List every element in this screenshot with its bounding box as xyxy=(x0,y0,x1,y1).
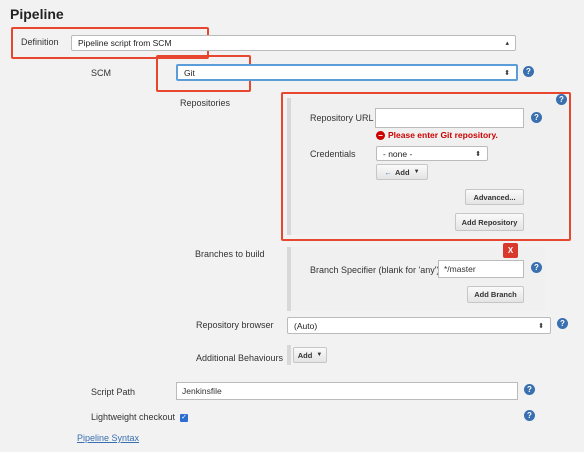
script-path-help-icon[interactable]: ? xyxy=(524,384,535,395)
scm-help-icon[interactable]: ? xyxy=(523,66,534,77)
branch-specifier-label: Branch Specifier (blank for 'any') xyxy=(310,265,440,275)
credentials-add-button[interactable]: ← Add ▼ xyxy=(376,164,428,180)
repository-url-label: Repository URL xyxy=(310,113,374,123)
credentials-label: Credentials xyxy=(310,149,356,159)
branch-specifier-input[interactable]: */master xyxy=(438,260,524,278)
scm-label: SCM xyxy=(91,68,111,78)
scm-select[interactable]: Git ⬍ xyxy=(176,64,518,81)
advanced-button[interactable]: Advanced... xyxy=(465,189,524,205)
add-repository-button[interactable]: Add Repository xyxy=(455,213,524,231)
repository-browser-label: Repository browser xyxy=(196,320,274,330)
key-icon: ← xyxy=(384,167,392,177)
select-arrows-icon: ⬍ xyxy=(504,69,510,77)
lightweight-checkout-label: Lightweight checkout xyxy=(91,412,176,422)
additional-behaviours-label: Additional Behaviours xyxy=(196,353,284,363)
script-path-input[interactable]: Jenkinsfile xyxy=(176,382,518,400)
repository-browser-help-icon[interactable]: ? xyxy=(557,318,568,329)
chevron-down-icon: ▼ xyxy=(316,352,323,358)
behaviours-divider xyxy=(287,345,291,365)
credentials-value: - none - xyxy=(383,148,413,159)
chevron-down-icon: ▼ xyxy=(413,169,420,175)
repository-browser-value: (Auto) xyxy=(294,320,318,331)
page-title: Pipeline xyxy=(10,6,64,22)
repositories-label: Repositories xyxy=(180,98,231,108)
error-icon: − xyxy=(376,130,385,140)
repository-url-help-icon[interactable]: ? xyxy=(531,112,542,123)
scm-value: Git xyxy=(184,67,195,78)
definition-select[interactable]: Pipeline script from SCM ▴︎ xyxy=(71,35,516,51)
repository-browser-select[interactable]: (Auto) ⬍ xyxy=(287,317,551,334)
select-arrows-icon: ▴︎ xyxy=(505,40,509,47)
branches-label: Branches to build xyxy=(195,249,265,259)
lightweight-checkout-help-icon[interactable]: ? xyxy=(524,410,535,421)
definition-label: Definition xyxy=(21,37,59,47)
additional-behaviours-add-label: Add xyxy=(297,350,313,360)
repository-url-error: − Please enter Git repository. xyxy=(376,130,498,140)
lightweight-checkout-checkbox[interactable]: ✓ xyxy=(180,414,188,422)
pipeline-syntax-link[interactable]: Pipeline Syntax xyxy=(77,433,139,443)
select-arrows-icon: ⬍ xyxy=(538,322,544,330)
definition-value: Pipeline script from SCM xyxy=(78,38,172,48)
branch-specifier-help-icon[interactable]: ? xyxy=(531,262,542,273)
repository-url-input[interactable] xyxy=(375,108,524,128)
script-path-label: Script Path xyxy=(91,387,136,397)
additional-behaviours-add-button[interactable]: Add ▼ xyxy=(293,347,327,363)
credentials-select[interactable]: - none - ⬍ xyxy=(376,146,488,161)
select-arrows-icon: ⬍ xyxy=(475,150,481,158)
repository-url-error-text: Please enter Git repository. xyxy=(388,130,498,140)
delete-branch-button[interactable]: X xyxy=(503,243,518,258)
add-branch-button[interactable]: Add Branch xyxy=(467,286,524,303)
credentials-add-label: Add xyxy=(394,167,410,177)
repositories-help-icon[interactable]: ? xyxy=(556,94,567,105)
